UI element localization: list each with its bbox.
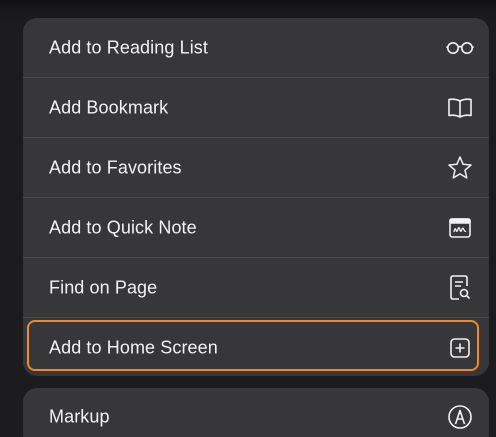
menu-item-label: Add to Quick Note [49,217,197,238]
markup-menu-group: Markup [23,388,489,437]
find-on-page-icon [445,273,475,303]
quick-note-icon [445,213,475,243]
menu-item-add-to-reading-list[interactable]: Add to Reading List [23,18,489,78]
menu-item-add-to-quick-note[interactable]: Add to Quick Note [23,198,489,258]
book-icon [445,93,475,123]
menu-item-add-to-favorites[interactable]: Add to Favorites [23,138,489,198]
menu-item-label: Markup [49,406,110,427]
star-icon [445,153,475,183]
menu-item-label: Add to Home Screen [49,337,218,358]
share-sheet: Add to Reading List Add Bookmark Add to … [0,0,496,437]
menu-item-label: Add to Reading List [49,37,209,58]
menu-item-markup[interactable]: Markup [23,388,489,437]
markup-pen-icon [445,402,475,432]
menu-item-add-bookmark[interactable]: Add Bookmark [23,78,489,138]
menu-item-add-to-home-screen[interactable]: Add to Home Screen [23,318,489,376]
actions-menu-group: Add to Reading List Add Bookmark Add to … [23,18,489,376]
menu-item-label: Add Bookmark [49,97,169,118]
menu-item-label: Add to Favorites [49,157,182,178]
plus-square-icon [445,333,475,363]
menu-item-label: Find on Page [49,277,158,298]
menu-item-find-on-page[interactable]: Find on Page [23,258,489,318]
glasses-icon [445,33,475,63]
